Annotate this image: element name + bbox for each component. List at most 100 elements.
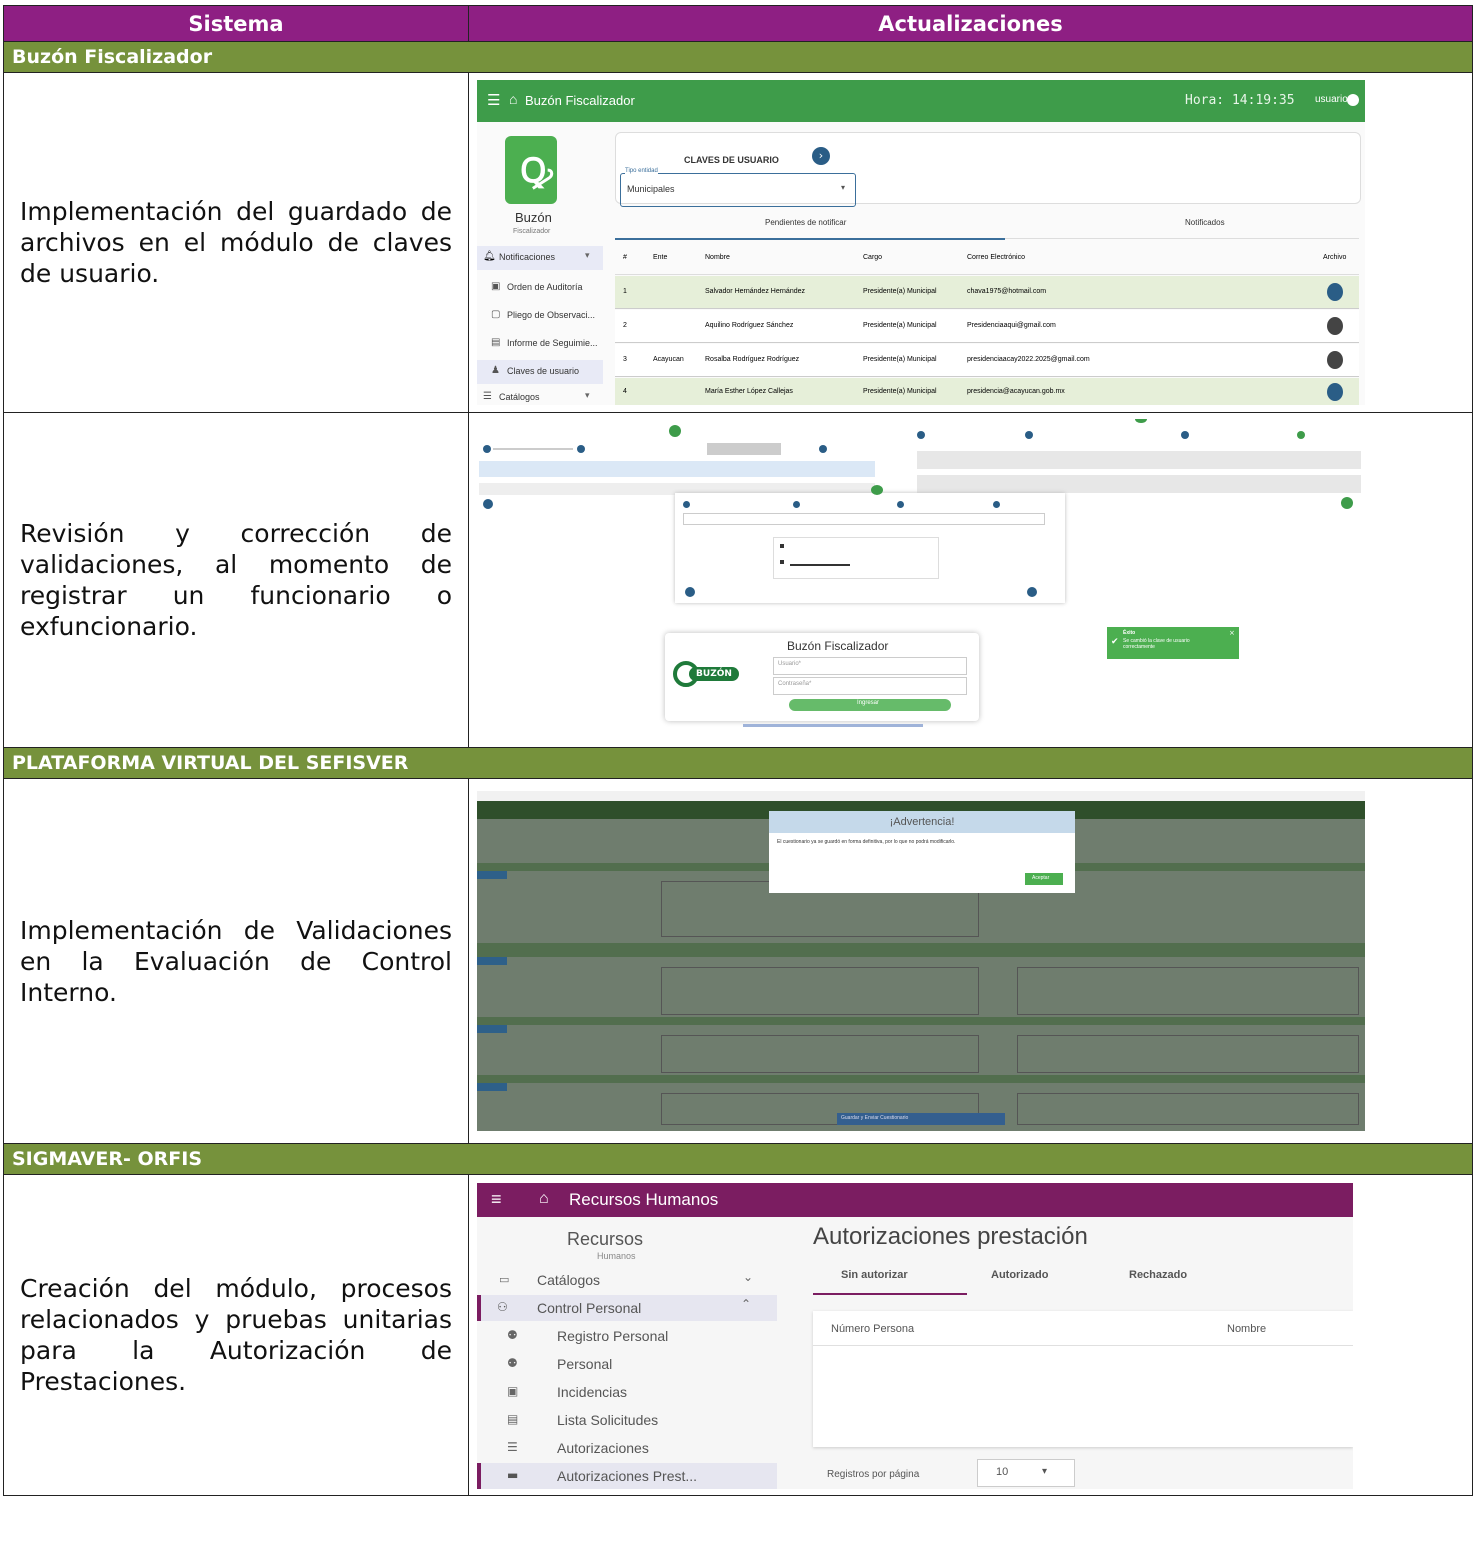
chevron-down-icon: ⌄: [743, 1270, 754, 1284]
step-icon: [897, 501, 904, 508]
field-1[interactable]: [917, 451, 1361, 469]
row-description: Revisión y corrección de validaciones, a…: [3, 412, 469, 748]
user-icon[interactable]: [1347, 94, 1359, 106]
section-sigmaver: SIGMAVER- ORFIS: [3, 1143, 1473, 1175]
sidebar: ▭ Catálogos ⌄ ⚇ Control Personal ⌃ ⚉ Reg…: [477, 1267, 787, 1489]
evidence-textarea[interactable]: [1017, 1093, 1359, 1125]
sidebar-item-catalogos[interactable]: ☰ Catálogos ▾: [477, 388, 603, 405]
sidebar-item-label: Notificaciones: [499, 252, 556, 262]
sidebar-item-personal[interactable]: ⚉ Personal: [477, 1351, 777, 1377]
tab-rechazado[interactable]: Rechazado: [1117, 1263, 1237, 1293]
file-icon[interactable]: [1327, 317, 1343, 335]
sigmaver-screenshot: ≡ ⌂ Recursos Humanos Recursos Humanos ▭ …: [477, 1183, 1353, 1489]
file-icon[interactable]: [1327, 283, 1343, 301]
login-button[interactable]: Ingresar: [789, 699, 951, 711]
tab-notified[interactable]: Notificados: [1005, 208, 1359, 239]
email-link[interactable]: [790, 564, 850, 566]
row-description: Implementación del guardado de archivos …: [3, 72, 469, 413]
catalog-icon: ▭: [499, 1273, 510, 1286]
select-value: 10: [996, 1466, 1009, 1478]
sidebar-item-autorizaciones[interactable]: ☰ Autorizaciones: [477, 1435, 777, 1461]
menu-icon[interactable]: ≡: [491, 1189, 502, 1210]
file-icon[interactable]: [1327, 351, 1343, 369]
sidebar-item-lista-solicitudes[interactable]: ▤ Lista Solicitudes: [477, 1407, 777, 1433]
arrow-right-icon[interactable]: ›: [812, 147, 830, 165]
card-icon: ▬: [507, 1468, 519, 1482]
home-icon[interactable]: ⌂: [509, 91, 517, 107]
back-button[interactable]: [483, 499, 493, 509]
menu-icon[interactable]: ☰: [487, 91, 500, 109]
login-links[interactable]: [743, 724, 923, 727]
sidebar-item-label: Informe de Seguimie...: [507, 338, 598, 348]
modal-title: ¡Advertencia!: [889, 816, 955, 828]
file-icon[interactable]: [1327, 383, 1343, 401]
cell: Aquilino Rodríguez Sánchez: [705, 322, 794, 329]
answer-textarea[interactable]: [661, 1035, 979, 1073]
field-2[interactable]: [917, 475, 1361, 493]
answer-textarea[interactable]: [661, 967, 979, 1015]
tab-autorizado[interactable]: Autorizado: [977, 1263, 1097, 1293]
list-icon: ▤: [507, 1412, 519, 1426]
sidebar-item-informe[interactable]: ▤ Informe de Seguimie...: [477, 332, 603, 356]
per-page-label: Registros por página: [827, 1469, 920, 1480]
step-icon: [993, 501, 1000, 508]
step-icon: [483, 445, 491, 453]
evidence-textarea[interactable]: [1017, 1035, 1359, 1073]
sidebar-item-label: Orden de Auditoría: [507, 282, 583, 292]
app-bar: ≡ ⌂ Recursos Humanos: [477, 1183, 1353, 1217]
sidebar-item-label: Control Personal: [537, 1300, 642, 1316]
col-system-header: Sistema: [3, 5, 469, 42]
modal-message: El cuestionario ya se guardó en forma de…: [777, 839, 956, 845]
password-input[interactable]: Contraseña*: [773, 677, 967, 695]
tab-label: Pendientes de notificar: [765, 218, 847, 227]
toast-message: Se cambió la clave de usuario correctame…: [1123, 638, 1190, 650]
app-bar: ☰ ⌂ Buzón Fiscalizador Hora: 14:19:35 us…: [477, 80, 1365, 122]
tab-sin-autorizar[interactable]: Sin autorizar: [813, 1263, 967, 1295]
user-name: usuario: [1315, 94, 1348, 105]
section-buzon: Buzón Fiscalizador: [3, 41, 1473, 73]
col-header: Cargo: [863, 254, 883, 261]
submit-button[interactable]: Guardar y Enviar Cuestionario: [837, 1113, 1005, 1125]
sidebar-item-label: Pliego de Observaci...: [507, 310, 596, 320]
input-placeholder: Usuario*: [778, 661, 802, 667]
sidebar-item-registro-personal[interactable]: ⚉ Registro Personal: [477, 1323, 777, 1349]
entity-select[interactable]: Tipo entidad Municipales ▾: [620, 168, 856, 207]
app-title: Recursos Humanos: [569, 1190, 719, 1209]
sefisver-screenshot: ¡Advertencia! El cuestionario ya se guar…: [477, 791, 1365, 1131]
document-icon: ▢: [491, 309, 501, 320]
step-active: [707, 443, 781, 455]
sidebar-item-label: Personal: [557, 1356, 613, 1372]
sidebar-item-orden[interactable]: ▣ Orden de Auditoría: [477, 276, 603, 300]
curp-input[interactable]: [683, 513, 1045, 525]
group-icon: ⚉: [507, 1328, 518, 1342]
chevron-down-icon: ▾: [1042, 1466, 1048, 1477]
sidebar-item-pliego[interactable]: ▢ Pliego de Observaci...: [477, 304, 603, 328]
step-line: [493, 448, 573, 450]
col-header: Ente: [653, 254, 668, 261]
sidebar-item-incidencias[interactable]: ▣ Incidencias: [477, 1379, 777, 1405]
sidebar-item-notificaciones[interactable]: 🔔︎ Notificaciones ▾: [477, 246, 603, 270]
per-page-select[interactable]: 10 ▾: [977, 1459, 1075, 1487]
back-button[interactable]: [685, 587, 695, 597]
next-button[interactable]: [1341, 497, 1353, 509]
sidebar-item-autorizaciones-prest[interactable]: ▬ Autorizaciones Prest...: [477, 1463, 777, 1489]
table-row: Revisión y corrección de validaciones, a…: [3, 412, 1473, 748]
home-icon[interactable]: ⌂: [539, 1190, 549, 1208]
close-icon[interactable]: ×: [1229, 629, 1235, 637]
username-input[interactable]: Usuario*: [773, 657, 967, 675]
next-button[interactable]: [1027, 587, 1037, 597]
evidence-textarea[interactable]: [1017, 967, 1359, 1015]
users-table-header: # Ente Nombre Cargo Correo Electrónico A…: [615, 242, 1359, 275]
tab-pending[interactable]: Pendientes de notificar: [615, 208, 1005, 240]
cell: 3: [623, 356, 627, 363]
sidebar-item-label: Incidencias: [557, 1384, 628, 1400]
tab-label: Notificados: [1185, 218, 1225, 227]
table-row: 1 Salvador Hernández Hernández President…: [615, 276, 1359, 309]
modal-accept-button[interactable]: Aceptar: [1025, 873, 1063, 885]
sidebar-item-catalogos[interactable]: ▭ Catálogos ⌄: [477, 1267, 777, 1293]
col-updates-header: Actualizaciones: [468, 5, 1473, 42]
logo-glyph-icon: Ꝙ: [520, 151, 553, 191]
sidebar-item-control-personal[interactable]: ⚇ Control Personal ⌃: [477, 1295, 777, 1321]
sidebar-item-claves[interactable]: ♟ Claves de usuario: [477, 360, 603, 384]
check-icon: [871, 485, 883, 495]
